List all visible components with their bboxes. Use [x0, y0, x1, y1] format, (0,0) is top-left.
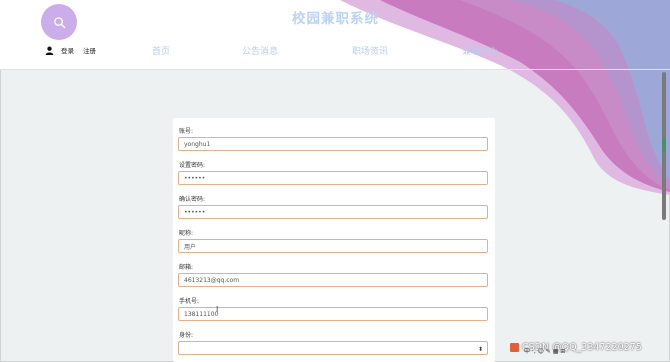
nav-announcements[interactable]: 公告消息 — [242, 44, 278, 57]
header-divider — [0, 69, 670, 70]
phone-input[interactable] — [178, 307, 488, 321]
auth-links: 登录 注册 — [45, 45, 105, 55]
register-form: 账号: 设置密码: 确认密码: 昵称: 邮箱: 手机号: 身份: ⬍ — [173, 118, 495, 362]
nav-career-news[interactable]: 职场资讯 — [352, 44, 388, 57]
search-icon — [53, 16, 65, 28]
login-link[interactable]: 登录 — [61, 45, 74, 55]
email-label: 邮箱: — [179, 264, 194, 271]
nickname-input[interactable] — [178, 239, 488, 253]
password-input[interactable] — [178, 171, 488, 185]
site-title: 校园兼职系统 — [292, 11, 379, 27]
text-cursor-icon: I — [216, 305, 219, 314]
identity-select[interactable]: ⬍ — [178, 341, 488, 355]
ime-toolbar-text: 中 ·, ☺ ✎ ▦ ⊞ — [524, 348, 566, 355]
phone-label: 手机号: — [179, 298, 200, 305]
ime-toolbar: 中 ·, ☺ ✎ ▦ ⊞ — [524, 346, 565, 355]
nickname-label: 昵称: — [179, 230, 194, 237]
user-icon — [45, 46, 54, 55]
search-button[interactable] — [41, 4, 77, 40]
nav-job-center[interactable]: 兼职中心 — [462, 44, 498, 57]
register-link[interactable]: 注册 — [83, 45, 96, 55]
csdn-logo-icon — [510, 343, 519, 352]
scrollbar-accent — [662, 138, 666, 152]
account-input[interactable] — [178, 137, 488, 151]
confirm-password-label: 确认密码: — [179, 196, 206, 203]
select-arrow-icon: ⬍ — [477, 346, 483, 353]
account-label: 账号: — [179, 128, 194, 135]
site-header: 校园兼职系统 登录 注册 首页 公告消息 职场资讯 兼职中心 — [0, 0, 670, 195]
password-label: 设置密码: — [179, 162, 206, 169]
confirm-password-input[interactable] — [178, 205, 488, 219]
email-input[interactable] — [178, 273, 488, 287]
nav-home[interactable]: 首页 — [152, 44, 170, 57]
identity-label: 身份: — [179, 332, 194, 339]
